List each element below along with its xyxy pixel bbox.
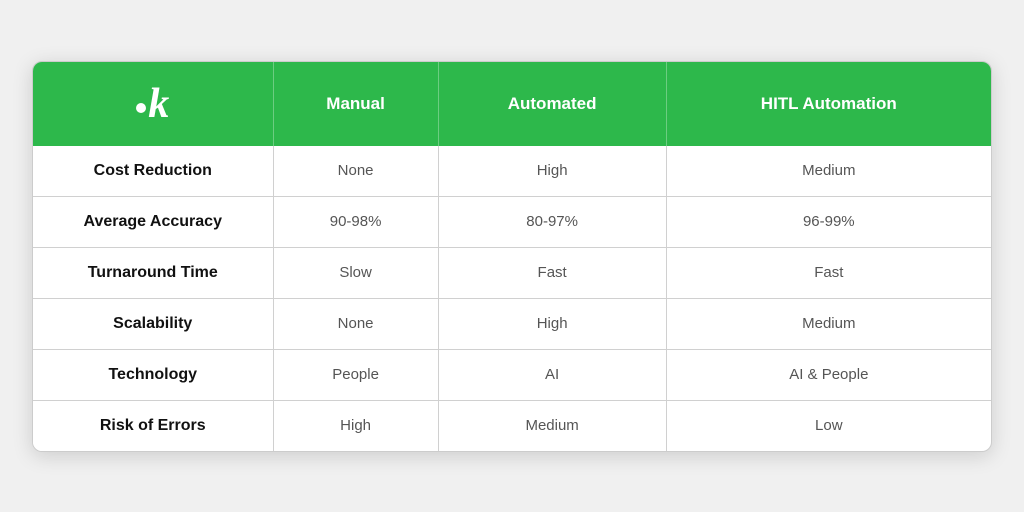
col-header-automated: Automated: [438, 62, 666, 146]
row-label: Average Accuracy: [33, 196, 273, 247]
table-row: Average Accuracy90-98%80-97%96-99%: [33, 196, 991, 247]
table-row: TechnologyPeopleAIAI & People: [33, 349, 991, 400]
row-manual: People: [273, 349, 438, 400]
table-row: Risk of ErrorsHighMediumLow: [33, 400, 991, 451]
col-header-manual: Manual: [273, 62, 438, 146]
row-manual: Slow: [273, 247, 438, 298]
row-label: Risk of Errors: [33, 400, 273, 451]
col-header-hitl: HITL Automation: [666, 62, 991, 146]
row-hitl: AI & People: [666, 349, 991, 400]
row-hitl: Low: [666, 400, 991, 451]
logo-dot: [136, 103, 146, 113]
comparison-table: k Manual Automated HITL Automation Cost …: [32, 61, 992, 452]
row-label: Cost Reduction: [33, 146, 273, 197]
row-manual: High: [273, 400, 438, 451]
row-automated: High: [438, 298, 666, 349]
row-hitl: 96-99%: [666, 196, 991, 247]
row-label: Turnaround Time: [33, 247, 273, 298]
row-automated: Medium: [438, 400, 666, 451]
row-label: Scalability: [33, 298, 273, 349]
row-manual: 90-98%: [273, 196, 438, 247]
row-hitl: Fast: [666, 247, 991, 298]
table-header-row: k Manual Automated HITL Automation: [33, 62, 991, 146]
row-hitl: Medium: [666, 146, 991, 197]
logo-icon: k: [148, 80, 169, 128]
logo-cell: k: [33, 62, 273, 146]
row-automated: High: [438, 146, 666, 197]
row-manual: None: [273, 298, 438, 349]
row-automated: AI: [438, 349, 666, 400]
row-automated: 80-97%: [438, 196, 666, 247]
table-row: Turnaround TimeSlowFastFast: [33, 247, 991, 298]
table-row: Cost ReductionNoneHighMedium: [33, 146, 991, 197]
row-label: Technology: [33, 349, 273, 400]
row-manual: None: [273, 146, 438, 197]
table-row: ScalabilityNoneHighMedium: [33, 298, 991, 349]
row-hitl: Medium: [666, 298, 991, 349]
row-automated: Fast: [438, 247, 666, 298]
